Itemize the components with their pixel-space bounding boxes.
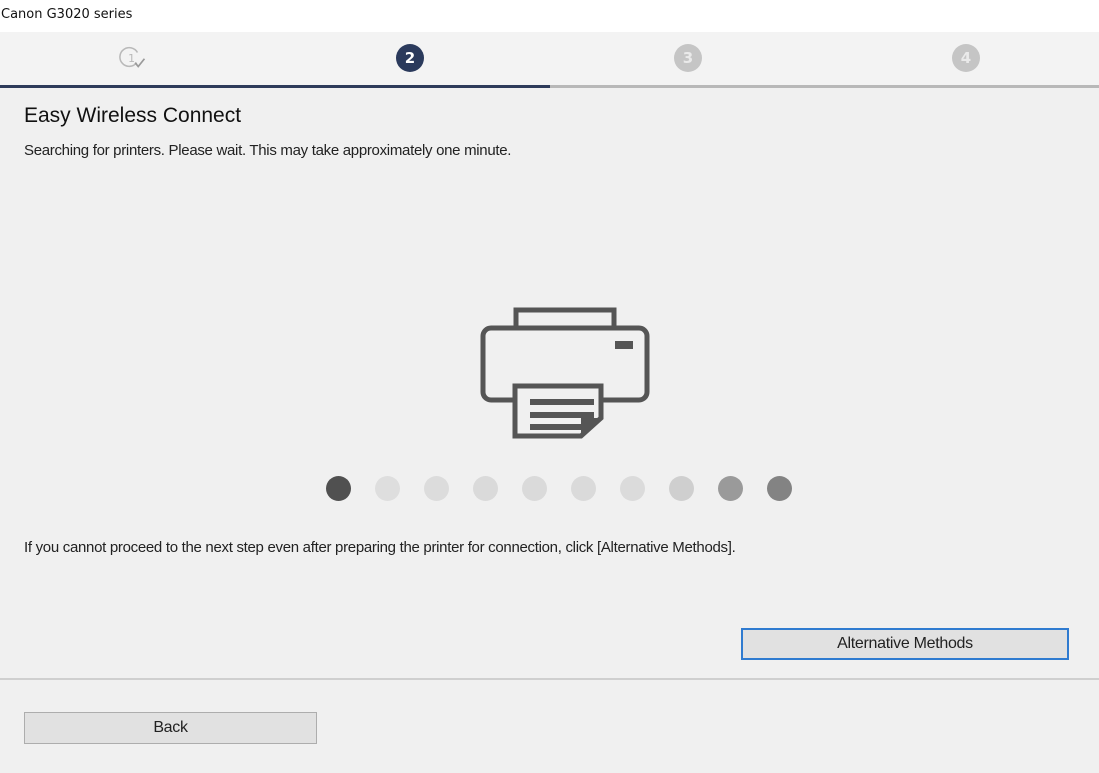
step-indicator: 1 2 3 4 <box>0 32 1099 88</box>
step-complete-check-icon: 1 <box>119 46 146 68</box>
loading-dot <box>718 476 743 501</box>
step-progress-fill <box>0 85 550 88</box>
loading-indicator <box>326 476 792 502</box>
step-4-pending: 4 <box>952 44 980 72</box>
loading-dot <box>375 476 400 501</box>
status-message: Searching for printers. Please wait. Thi… <box>24 142 512 159</box>
page-title: Easy Wireless Connect <box>24 104 242 127</box>
loading-dot <box>571 476 596 501</box>
step-3-pending: 3 <box>674 44 702 72</box>
loading-dot <box>522 476 547 501</box>
loading-dot <box>326 476 351 501</box>
printer-icon <box>478 306 654 447</box>
loading-dot <box>669 476 694 501</box>
help-text: If you cannot proceed to the next step e… <box>24 539 736 556</box>
loading-dot <box>424 476 449 501</box>
window-title: Canon G3020 series <box>1 7 133 22</box>
back-button[interactable]: Back <box>24 712 317 744</box>
footer-divider <box>0 678 1099 680</box>
step-1-completed: 1 <box>118 44 146 72</box>
step-progress-bar <box>0 85 1099 88</box>
loading-dot <box>473 476 498 501</box>
loading-dot <box>767 476 792 501</box>
loading-dot <box>620 476 645 501</box>
alternative-methods-button[interactable]: Alternative Methods <box>741 628 1069 660</box>
step-1-number: 1 <box>128 52 135 65</box>
title-bar: Canon G3020 series <box>0 0 1099 32</box>
step-2-current: 2 <box>396 44 424 72</box>
